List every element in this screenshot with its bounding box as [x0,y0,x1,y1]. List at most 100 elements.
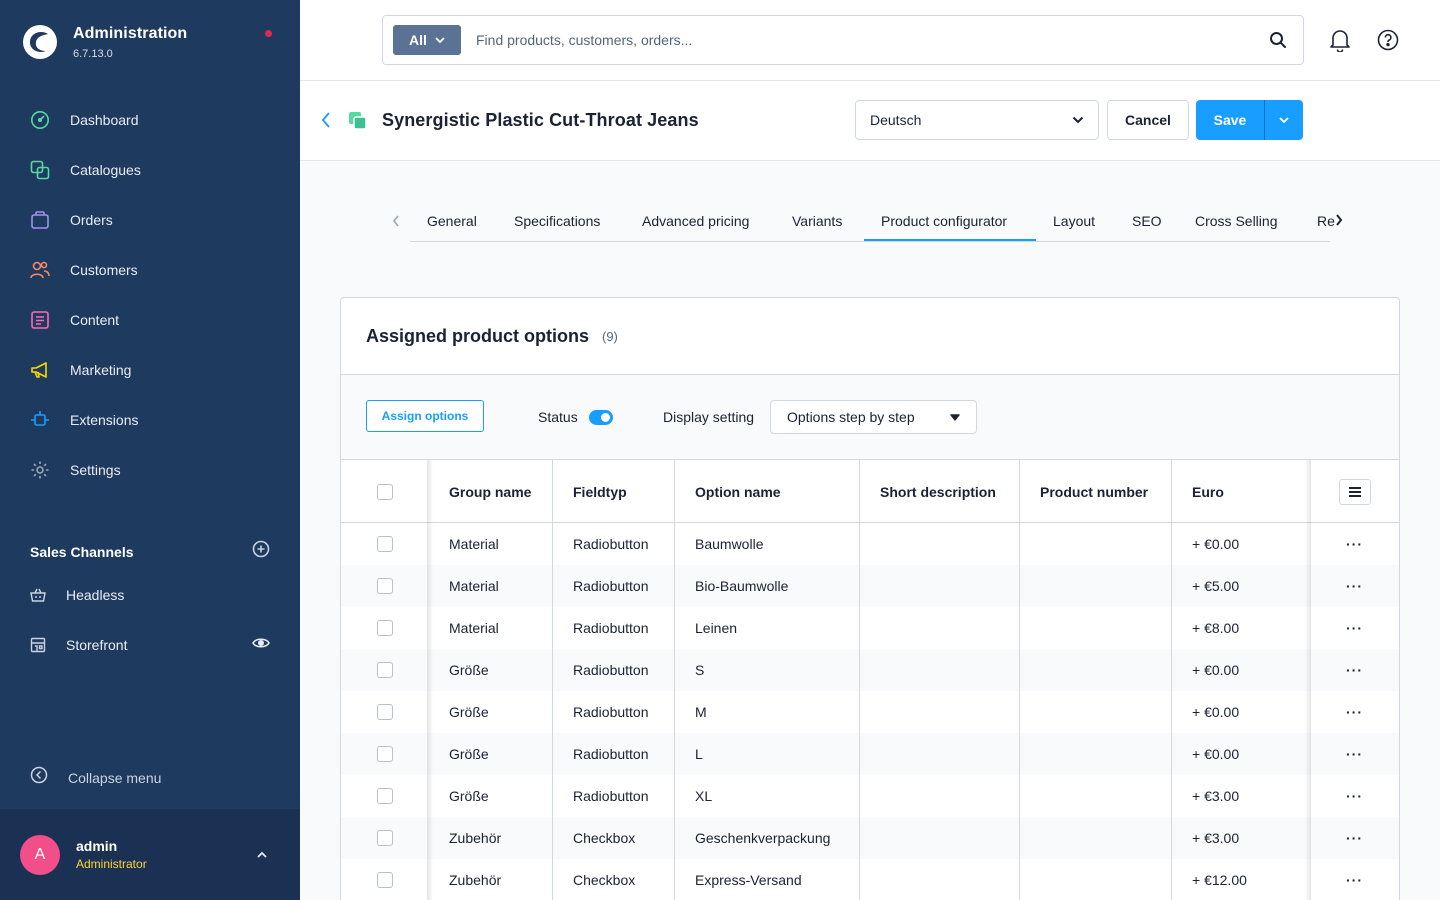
extensions-icon [30,410,50,430]
status-toggle[interactable] [589,410,613,425]
nav-label: Extensions [70,412,139,428]
table-row[interactable]: Material Radiobutton Bio-Baumwolle + €5.00 ·… [341,565,1399,607]
row-actions-button[interactable]: ··· [1346,775,1363,817]
row-actions-button[interactable]: ··· [1346,859,1363,900]
chevron-up-icon[interactable] [256,846,268,864]
add-sales-channel-icon[interactable] [252,540,270,563]
search-icon[interactable] [1253,31,1303,49]
chevron-down-icon [1072,116,1084,124]
row-checkbox[interactable] [377,662,393,678]
save-button[interactable]: Save [1196,100,1264,140]
row-checkbox[interactable] [377,578,393,594]
select-all-checkbox[interactable] [377,483,393,500]
search-input[interactable] [476,32,1253,48]
table-row[interactable]: Zubehör Checkbox Geschenkverpackung + €3.00… [341,817,1399,859]
nav-item-dashboard[interactable]: Dashboard [0,95,300,145]
column-euro[interactable]: Euro [1192,460,1224,523]
nav-item-catalogues[interactable]: Catalogues [0,145,300,195]
shopware-logo-icon [23,25,57,59]
bell-icon[interactable] [1328,28,1352,52]
tab-reviews[interactable]: Re [1317,213,1335,229]
table-row[interactable]: Material Radiobutton Leinen + €8.00 ··· [341,607,1399,649]
column-group-name[interactable]: Group name [449,460,531,523]
cancel-button[interactable]: Cancel [1107,100,1189,140]
brand[interactable]: Administration 6.7.13.0 [22,24,187,60]
sales-channel-label: Headless [66,587,125,603]
user-name: admin [76,838,118,854]
basket-icon [30,587,46,603]
save-options-button[interactable] [1264,100,1303,140]
row-checkbox[interactable] [377,872,393,888]
row-actions-button[interactable]: ··· [1346,523,1363,565]
row-actions-button[interactable]: ··· [1346,649,1363,691]
sales-channels-title: Sales Channels [30,543,134,560]
tab-product-configurator[interactable]: Product configurator [881,213,1007,229]
help-icon[interactable] [1376,28,1400,52]
user-menu[interactable]: A admin Administrator [0,809,300,900]
display-setting-label: Display setting [663,409,755,425]
fieldtyp-cell: Checkbox [573,872,636,888]
row-select-cell [377,859,393,900]
assign-options-button[interactable]: Assign options [366,400,484,432]
tab-cross-selling[interactable]: Cross Selling [1195,213,1277,229]
row-actions-button[interactable]: ··· [1346,691,1363,733]
group-name-cell: Größe [449,788,489,804]
column-option-name[interactable]: Option name [695,460,781,523]
table-row[interactable]: Größe Radiobutton L + €0.00 ··· [341,733,1399,775]
column-product-number[interactable]: Product number [1040,460,1148,523]
nav-item-content[interactable]: Content [0,295,300,345]
tab-specifications[interactable]: Specifications [514,213,600,229]
nav-item-orders[interactable]: Orders [0,195,300,245]
tab-general[interactable]: General [427,213,477,229]
row-actions-button[interactable]: ··· [1346,607,1363,649]
eye-icon[interactable] [252,636,270,654]
price-cell: + €0.00 [1192,536,1240,552]
row-checkbox[interactable] [377,788,393,804]
table-row[interactable]: Zubehör Checkbox Express-Versand + €12.00 ··… [341,859,1399,900]
nav-label: Marketing [70,362,132,378]
tab-seo[interactable]: SEO [1132,213,1162,229]
column-short-description[interactable]: Short description [880,460,996,523]
row-actions-button[interactable]: ··· [1346,733,1363,775]
main-nav: Dashboard Catalogues Orders Customers Co… [0,95,300,495]
avatar: A [20,834,60,875]
language-select[interactable]: Deutsch [855,100,1099,140]
search-type-select[interactable]: All [393,25,461,55]
row-actions-button[interactable]: ··· [1346,817,1363,859]
nav-item-extensions[interactable]: Extensions [0,395,300,445]
table-row[interactable]: Größe Radiobutton S + €0.00 ··· [341,649,1399,691]
table-row[interactable]: Größe Radiobutton M + €0.00 ··· [341,691,1399,733]
display-setting-select[interactable]: Options step by step [770,400,977,434]
nav-item-marketing[interactable]: Marketing [0,345,300,395]
sales-channel-headless[interactable]: Headless [30,583,270,607]
nav-item-customers[interactable]: Customers [0,245,300,295]
sales-channel-storefront[interactable]: Storefront [30,633,270,657]
fieldtyp-cell: Radiobutton [573,536,649,552]
column-settings-button[interactable] [1339,479,1371,505]
tab-layout[interactable]: Layout [1053,213,1095,229]
row-checkbox[interactable] [377,536,393,552]
column-fieldtyp[interactable]: Fieldtyp [573,460,627,523]
tab-variants[interactable]: Variants [792,213,842,229]
card-header: Assigned product options (9) [341,298,1399,375]
table-row[interactable]: Größe Radiobutton XL + €3.00 ··· [341,775,1399,817]
row-checkbox[interactable] [377,704,393,720]
chevron-left-icon[interactable] [392,214,400,233]
row-select-cell [377,817,393,859]
option-name-cell: Geschenkverpackung [695,830,831,846]
fieldtyp-cell: Radiobutton [573,704,649,720]
row-checkbox[interactable] [377,746,393,762]
row-checkbox[interactable] [377,830,393,846]
back-arrow-icon[interactable] [320,110,332,135]
catalogue-icon [30,160,50,180]
option-name-cell: XL [695,788,713,804]
row-actions-button[interactable]: ··· [1346,565,1363,607]
option-name-cell: Express-Versand [695,872,802,888]
table-row[interactable]: Material Radiobutton Baumwolle + €0.00 ··· [341,523,1399,565]
chevron-right-icon[interactable] [1335,213,1343,232]
row-checkbox[interactable] [377,620,393,636]
collapse-menu[interactable]: Collapse menu [30,766,161,789]
tab-advanced-pricing[interactable]: Advanced pricing [642,213,749,229]
sticky-column-shadow [1305,460,1311,900]
nav-item-settings[interactable]: Settings [0,445,300,495]
